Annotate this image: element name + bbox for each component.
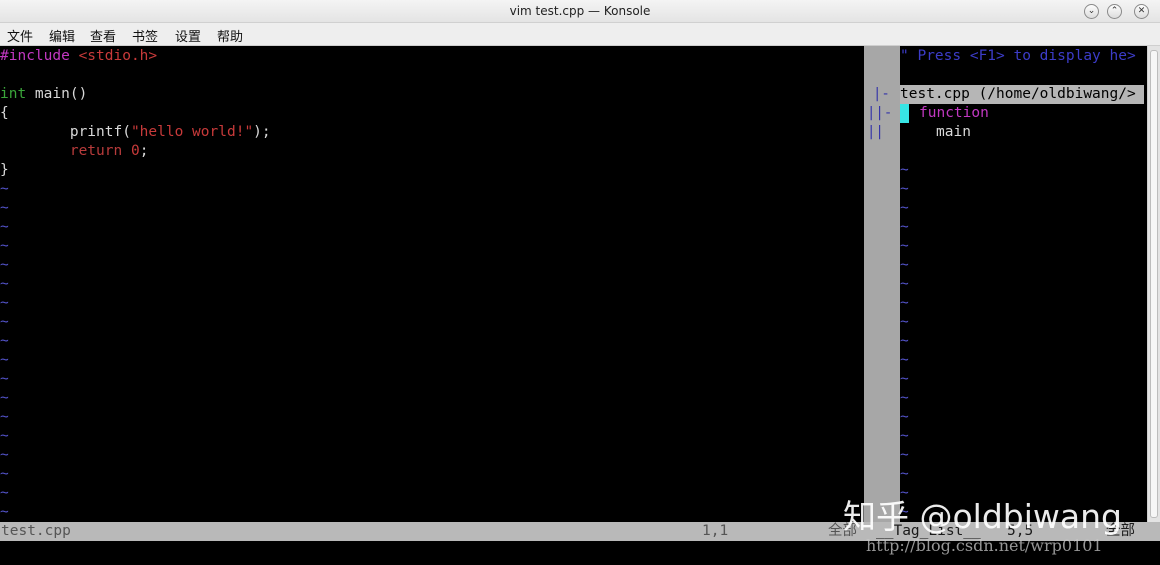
menu-view[interactable]: 查看 [90, 26, 116, 45]
tilde-marker: ~ [900, 295, 909, 311]
taglist-help-line: " Press <F1> to display he> [900, 48, 1136, 64]
menu-settings[interactable]: 设置 [175, 26, 201, 45]
fold-mark-3: || [867, 124, 884, 140]
code-line-6: return 0; [0, 143, 149, 159]
tilde-marker: ~ [0, 276, 9, 292]
text-cursor [900, 104, 909, 123]
menu-help[interactable]: 帮助 [217, 26, 243, 45]
code-line-4: { [0, 105, 9, 121]
tilde-marker: ~ [0, 333, 9, 349]
tilde-marker: ~ [900, 333, 909, 349]
close-button[interactable]: ✕ [1134, 4, 1149, 19]
tilde-marker: ~ [0, 352, 9, 368]
tilde-marker: ~ [900, 314, 909, 330]
tilde-marker: ~ [0, 314, 9, 330]
tilde-marker: ~ [900, 200, 909, 216]
fold-mark-1: |- [873, 86, 890, 102]
tilde-marker: ~ [900, 276, 909, 292]
tilde-marker: ~ [0, 219, 9, 235]
tilde-marker: ~ [900, 257, 909, 273]
tilde-marker: ~ [900, 352, 909, 368]
tilde-marker: ~ [900, 409, 909, 425]
tilde-marker: ~ [0, 504, 9, 520]
taglist-kind-function[interactable]: function [919, 104, 989, 123]
tilde-marker: ~ [0, 466, 9, 482]
tilde-marker: ~ [900, 238, 909, 254]
fold-mark-2: ||- [867, 105, 893, 121]
fold-column: |- ||- || [864, 46, 900, 522]
code-line-3: int main() [0, 86, 88, 102]
status-filename: test.cpp [1, 523, 71, 539]
zhihu-watermark: 知乎 @oldbiwang [843, 497, 1122, 536]
code-line-7: } [0, 162, 9, 178]
maximize-button[interactable]: ⌃ [1107, 4, 1122, 19]
tilde-marker: ~ [900, 181, 909, 197]
tilde-marker: ~ [0, 409, 9, 425]
tilde-marker: ~ [0, 428, 9, 444]
window-title: vim test.cpp — Konsole [509, 4, 651, 18]
scrollbar-thumb[interactable] [1150, 50, 1158, 518]
menu-bookmarks[interactable]: 书签 [132, 26, 158, 45]
tilde-marker: ~ [0, 181, 9, 197]
window-titlebar: vim test.cpp — Konsole ⌄ ⌃ ✕ [0, 0, 1160, 23]
terminal-area[interactable]: #include <stdio.h> int main() { printf("… [0, 46, 1160, 565]
tilde-marker: ~ [900, 428, 909, 444]
code-line-1: #include <stdio.h> [0, 48, 158, 64]
tilde-marker: ~ [0, 390, 9, 406]
tilde-marker: ~ [0, 295, 9, 311]
tilde-marker: ~ [0, 200, 9, 216]
menu-bar: 文件 编辑 查看 书签 设置 帮助 [0, 23, 1160, 46]
minimize-button[interactable]: ⌄ [1084, 4, 1099, 19]
close-icon: ✕ [1137, 6, 1146, 16]
tilde-marker: ~ [0, 257, 9, 273]
menu-edit[interactable]: 编辑 [49, 26, 75, 45]
tilde-marker: ~ [0, 238, 9, 254]
code-line-5: printf("hello world!"); [0, 124, 271, 140]
tilde-marker: ~ [900, 447, 909, 463]
chevron-down-icon: ⌄ [1087, 6, 1096, 16]
menu-file[interactable]: 文件 [7, 26, 33, 45]
tilde-marker: ~ [0, 371, 9, 387]
terminal-scrollbar[interactable] [1147, 46, 1160, 522]
chevron-up-icon: ⌃ [1110, 6, 1119, 16]
taglist-file-entry[interactable]: test.cpp (/home/oldbiwang/> [900, 85, 1144, 104]
tilde-marker: ~ [0, 447, 9, 463]
tilde-marker: ~ [0, 485, 9, 501]
tilde-marker: ~ [900, 219, 909, 235]
tilde-marker: ~ [900, 162, 909, 178]
tilde-marker: ~ [900, 466, 909, 482]
tilde-marker: ~ [900, 390, 909, 406]
taglist-tag-main[interactable]: main [936, 123, 971, 142]
csdn-watermark: http://blog.csdn.net/wrp0101 [866, 536, 1103, 555]
tilde-marker: ~ [900, 371, 909, 387]
status-cursor-position: 1,1 [702, 523, 729, 539]
